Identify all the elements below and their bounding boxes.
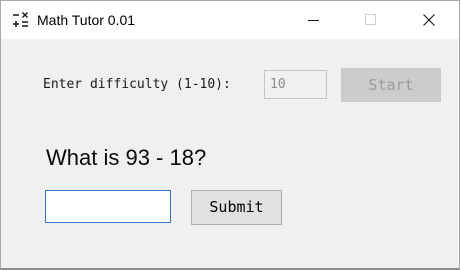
window-title: Math Tutor 0.01 [37, 12, 136, 28]
title-bar[interactable]: Math Tutor 0.01 [1, 1, 459, 39]
app-window: Math Tutor 0.01 Enter difficulty (1-10):… [0, 0, 460, 270]
maximize-button[interactable] [348, 1, 394, 39]
maximize-icon [365, 14, 376, 25]
question-text: What is 93 - 18? [46, 145, 207, 170]
minimize-icon [308, 20, 319, 21]
minimize-button[interactable] [291, 1, 337, 39]
difficulty-input[interactable]: 10 [264, 70, 327, 99]
form-area: Enter difficulty (1-10): 10 Start What i… [1, 39, 459, 268]
difficulty-label: Enter difficulty (1-10): [43, 77, 231, 92]
submit-button[interactable]: Submit [191, 190, 282, 225]
close-button[interactable] [406, 1, 452, 39]
calculator-operators-icon [12, 11, 30, 29]
close-icon [423, 14, 435, 26]
answer-input[interactable] [45, 190, 171, 223]
start-button[interactable]: Start [341, 68, 441, 102]
